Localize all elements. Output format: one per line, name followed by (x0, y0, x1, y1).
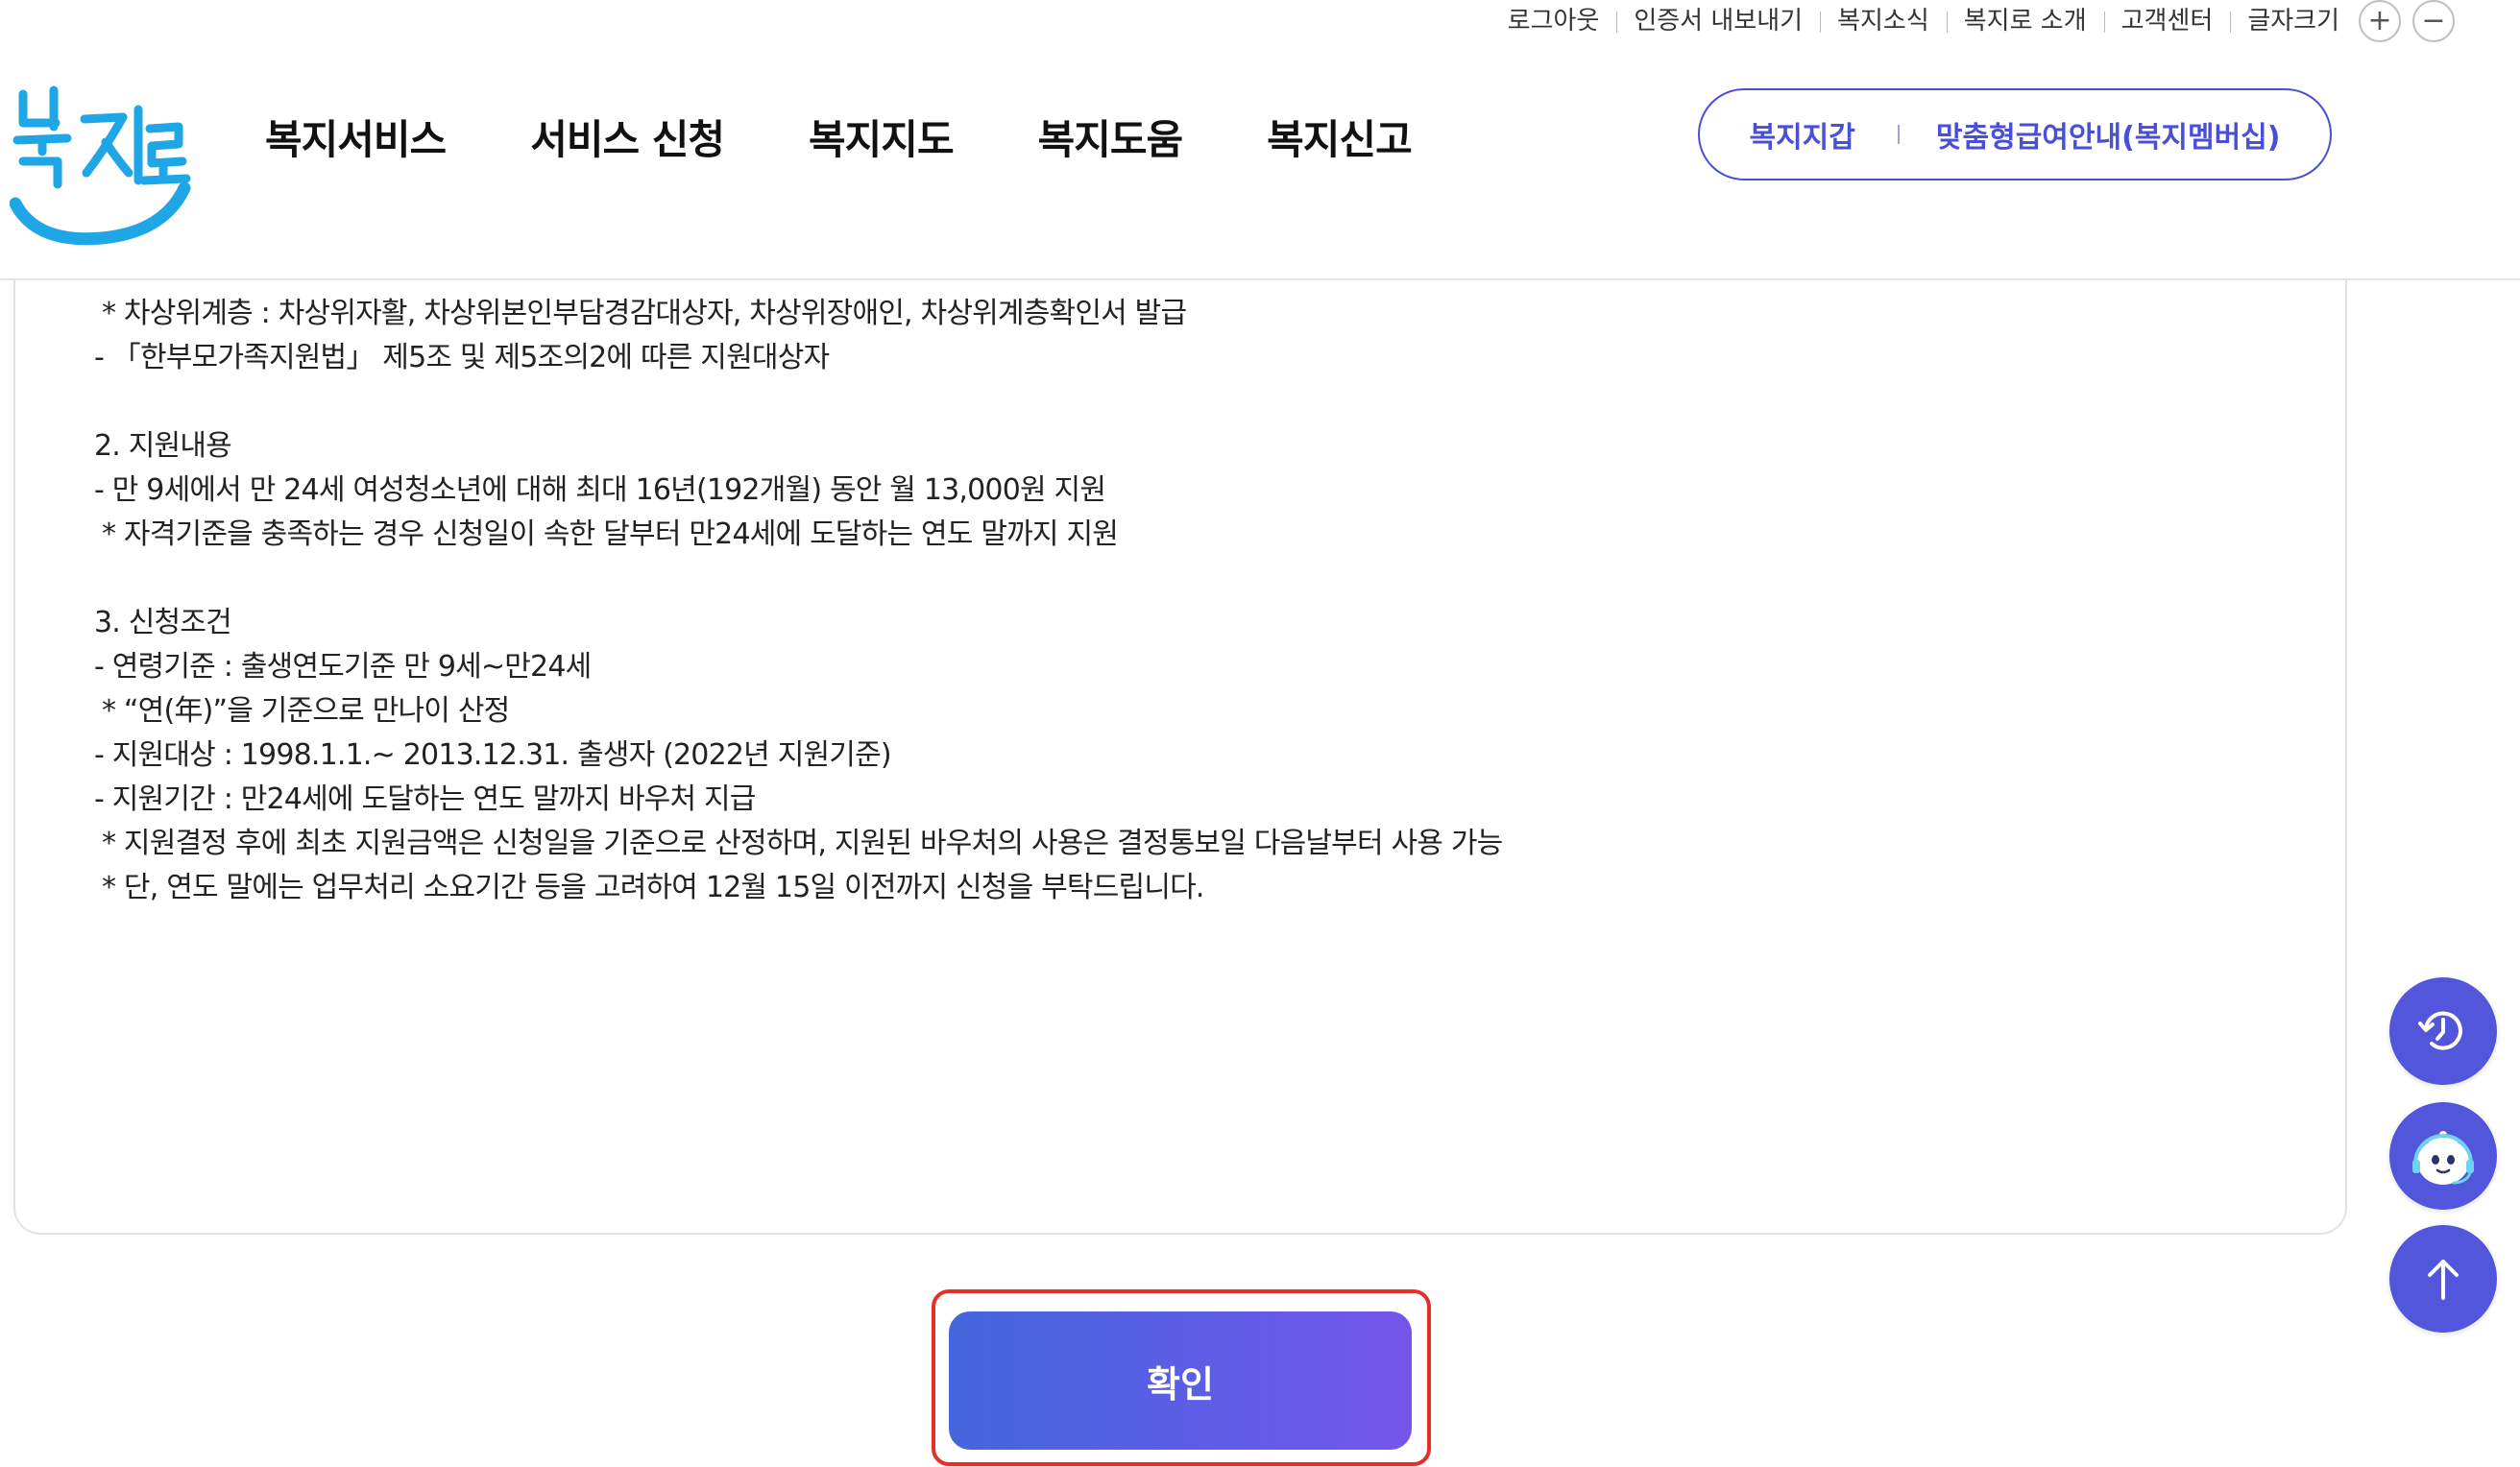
detail-line: - 지원대상 : 1998.1.1.~ 2013.12.31. 출생자 (202… (94, 738, 892, 772)
chatbot-button[interactable] (2389, 1102, 2497, 1210)
font-size-decrease-button[interactable]: − (2412, 0, 2455, 42)
site-header: 복지서비스 서비스 신청 복지지도 복지도움 복지신고 복지지갑 맞춤형급여안내… (0, 42, 2520, 280)
detail-blank-line (94, 557, 2303, 601)
welfare-news-link[interactable]: 복지소식 (1820, 2, 1947, 40)
export-certificate-link[interactable]: 인증서 내보내기 (1616, 2, 1820, 40)
detail-line: * 차상위계층 : 차상위자활, 차상위본인부담경감대상자, 차상위장애인, 차… (102, 297, 1187, 330)
detail-line: - 지원기간 : 만24세에 도달하는 연도 말까지 바우처 지급 (94, 782, 756, 816)
detail-line: - 「한부모가족지원법」 제5조 및 제5조의2에 따른 지원대상자 (94, 341, 830, 374)
detail-line: * 자격기준을 충족하는 경우 신청일이 속한 달부터 만24세에 도달하는 연… (102, 517, 1119, 551)
utility-bar: 로그아웃 인증서 내보내기 복지소식 복지로 소개 고객센터 글자크기 + − (0, 0, 2520, 42)
detail-line: - 만 9세에서 만 24세 여성청소년에 대해 최대 16년(192개월) 동… (94, 473, 1106, 507)
welfare-wallet-link[interactable]: 복지지갑 (1749, 113, 1854, 156)
main-navigation: 복지서비스 서비스 신청 복지지도 복지도움 복지신고 (265, 108, 1413, 166)
arrow-up-icon (2428, 1260, 2459, 1300)
detail-line: * 단, 연도 말에는 업무처리 소요기간 등을 고려하여 12월 15일 이전… (102, 871, 1204, 904)
nav-welfare-help[interactable]: 복지도움 (1038, 108, 1184, 166)
logout-link[interactable]: 로그아웃 (1490, 2, 1617, 40)
detail-line: * “연(年)”을 기준으로 만나이 산정 (102, 694, 510, 728)
section-heading: 3. 신청조건 (94, 606, 232, 639)
scroll-to-top-button[interactable] (2389, 1225, 2497, 1333)
utility-links: 로그아웃 인증서 내보내기 복지소식 복지로 소개 고객센터 글자크기 (1490, 2, 2347, 40)
detail-line: * 지원결정 후에 최초 지원금액은 신청일을 기준으로 산정하며, 지원된 바… (102, 827, 1503, 860)
section-heading: 2. 지원내용 (94, 429, 232, 463)
recent-history-button[interactable] (2389, 977, 2497, 1085)
nav-welfare-report[interactable]: 복지신고 (1267, 108, 1413, 166)
bokjiro-logo-icon (9, 85, 191, 246)
chatbot-face-icon (2412, 1131, 2474, 1185)
welfare-membership-link[interactable]: 맞춤형급여안내(복지멤버십) (1936, 113, 2281, 156)
about-bokjiro-link[interactable]: 복지로 소개 (1946, 2, 2104, 40)
history-clock-icon (2418, 1011, 2462, 1050)
quick-links-pill: 복지지갑 맞춤형급여안내(복지멤버십) (1698, 88, 2332, 180)
nav-welfare-services[interactable]: 복지서비스 (265, 108, 447, 166)
bokjiro-logo[interactable] (9, 81, 192, 253)
nav-service-application[interactable]: 서비스 신청 (530, 108, 725, 166)
customer-center-link[interactable]: 고객센터 (2103, 2, 2231, 40)
service-detail-text: * 차상위계층 : 차상위자활, 차상위본인부담경감대상자, 차상위장애인, 차… (94, 292, 2303, 910)
confirm-button[interactable]: 확인 (949, 1311, 1412, 1450)
font-size-label: 글자크기 (2230, 2, 2347, 40)
detail-line: - 연령기준 : 출생연도기준 만 9세~만24세 (94, 650, 592, 684)
service-detail-panel[interactable]: * 차상위계층 : 차상위자활, 차상위본인부담경감대상자, 차상위장애인, 차… (13, 192, 2347, 1235)
detail-blank-line (94, 380, 2303, 424)
nav-welfare-map[interactable]: 복지지도 (809, 108, 955, 166)
font-size-increase-button[interactable]: + (2359, 0, 2401, 42)
pill-divider (1897, 125, 1900, 144)
